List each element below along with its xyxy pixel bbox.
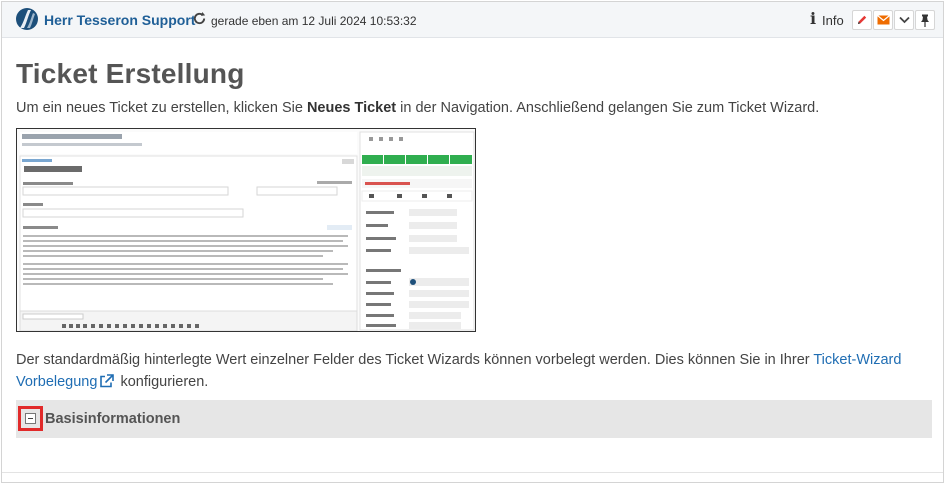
prefill-paragraph: Der standardmäßig hinterlegte Wert einze…	[16, 349, 931, 395]
intro-text-1: Um ein neues Ticket zu erstellen, klicke…	[16, 100, 307, 116]
knowledge-article: Herr Tesseron Support gerade eben am 12 …	[1, 1, 944, 483]
intro-paragraph: Um ein neues Ticket zu erstellen, klicke…	[16, 97, 926, 119]
minus-icon	[25, 413, 36, 424]
more-button[interactable]	[894, 10, 914, 30]
screenshot-image	[17, 129, 475, 331]
intro-bold: Neues Ticket	[306, 100, 397, 116]
timestamp: gerade eben am 12 Juli 2024 10:53:32	[211, 14, 417, 28]
ticket-wizard-screenshot	[16, 128, 476, 332]
pin-icon	[920, 14, 930, 27]
envelope-icon	[876, 15, 890, 25]
intro-text-2: in der Navigation. Anschließend gelangen…	[396, 100, 820, 116]
refresh-icon[interactable]	[192, 11, 207, 30]
email-button[interactable]	[873, 10, 893, 30]
article-header: Herr Tesseron Support gerade eben am 12 …	[2, 2, 943, 38]
edit-button[interactable]	[852, 10, 872, 30]
prefill-text-1: Der standardmäßig hinterlegte Wert einze…	[16, 352, 814, 368]
collapse-toggle-button[interactable]	[18, 406, 43, 431]
author-name[interactable]: Herr Tesseron Support	[44, 12, 195, 28]
info-label[interactable]: Info	[822, 13, 844, 28]
external-link-icon[interactable]	[99, 373, 115, 395]
pencil-icon	[856, 14, 868, 26]
page-title: Ticket Erstellung	[16, 58, 245, 89]
info-icon[interactable]: i	[810, 11, 816, 27]
pin-button[interactable]	[915, 10, 935, 30]
section-title[interactable]: Basisinformationen	[45, 411, 180, 427]
divider	[2, 472, 943, 473]
chevron-down-icon	[898, 16, 910, 24]
section-basisinformationen[interactable]: Basisinformationen	[16, 400, 932, 438]
avatar	[16, 8, 38, 30]
prefill-text-2: konfigurieren.	[116, 374, 209, 390]
